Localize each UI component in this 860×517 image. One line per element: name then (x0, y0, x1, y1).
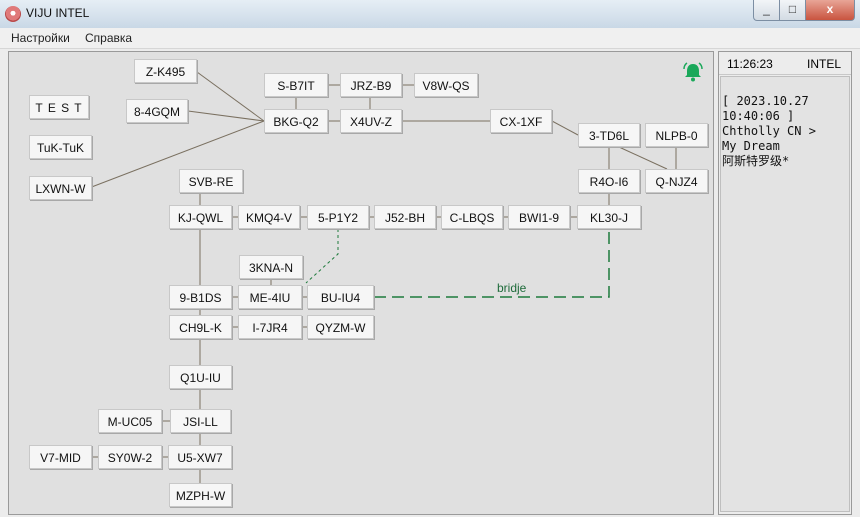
log-line: [ 2023.10.27 (722, 94, 809, 108)
system-node[interactable]: JRZ-B9 (340, 73, 402, 97)
intel-map: Z-K495 T E S T 8-4GQM TuK-TuK LXWN-W S-B… (8, 51, 714, 515)
log-line: 10:40:06 ] (722, 109, 795, 123)
link-line (618, 146, 668, 170)
bridge-link-dotted (305, 229, 339, 284)
system-node[interactable]: X4UV-Z (340, 109, 402, 133)
menu-bar: Настройки Справка (0, 28, 860, 49)
window-title: VIJU INTEL (26, 6, 90, 20)
system-node[interactable]: 5-P1Y2 (307, 205, 369, 229)
maximize-button[interactable]: □ (779, 0, 806, 21)
system-node[interactable]: NLPB-0 (645, 123, 708, 147)
system-node[interactable]: V8W-QS (414, 73, 478, 97)
system-node[interactable]: LXWN-W (29, 176, 92, 200)
log-line: My Dream (722, 139, 780, 153)
log-line: 阿斯特罗级* (722, 154, 790, 168)
intel-log[interactable]: [ 2023.10.27 10:40:06 ] Chtholly CN > My… (720, 76, 850, 512)
system-node[interactable]: KMQ4-V (238, 205, 300, 229)
system-node[interactable]: 3KNA-N (239, 255, 303, 279)
system-node[interactable]: Z-K495 (134, 59, 197, 83)
system-node[interactable]: M-UC05 (98, 409, 162, 433)
system-node[interactable]: BWI1-9 (508, 205, 570, 229)
system-node[interactable]: V7-MID (29, 445, 92, 469)
system-node[interactable]: Q-NJZ4 (645, 169, 708, 193)
link-line (551, 120, 579, 136)
system-node[interactable]: 9-B1DS (169, 285, 232, 309)
menu-help[interactable]: Справка (85, 31, 132, 45)
system-node[interactable]: T E S T (29, 95, 89, 119)
system-node[interactable]: Q1U-IU (169, 365, 232, 389)
system-node[interactable]: KL30-J (577, 205, 641, 229)
log-line: Chtholly CN > (722, 124, 816, 138)
channel-name: INTEL (806, 57, 841, 71)
system-node[interactable]: 8-4GQM (126, 99, 188, 123)
system-node[interactable]: SVB-RE (179, 169, 243, 193)
system-node[interactable]: TuK-TuK (29, 135, 92, 159)
system-node[interactable]: BKG-Q2 (264, 109, 328, 133)
system-node[interactable]: KJ-QWL (169, 205, 232, 229)
intel-side-panel: 11:26:23 INTEL [ 2023.10.27 10:40:06 ] C… (718, 51, 852, 515)
system-node[interactable]: U5-XW7 (168, 445, 232, 469)
side-header: 11:26:23 INTEL (719, 52, 851, 75)
system-node[interactable]: I-7JR4 (238, 315, 302, 339)
menu-settings[interactable]: Настройки (11, 31, 70, 45)
system-node[interactable]: MZPH-W (169, 483, 232, 507)
close-button[interactable]: x (805, 0, 855, 21)
system-node[interactable]: SY0W-2 (98, 445, 162, 469)
system-node[interactable]: QYZM-W (307, 315, 374, 339)
system-node[interactable]: 3-TD6L (578, 123, 640, 147)
minimize-button[interactable]: _ (753, 0, 780, 21)
system-node[interactable]: S-B7IT (264, 73, 328, 97)
system-node[interactable]: JSI-LL (170, 409, 231, 433)
bridge-link-dashed (374, 229, 610, 298)
system-node[interactable]: R4O-I6 (578, 169, 640, 193)
system-node[interactable]: C-LBQS (441, 205, 503, 229)
clock-time: 11:26:23 (727, 57, 773, 71)
alert-bell-icon[interactable] (682, 61, 704, 83)
system-node[interactable]: ME-4IU (238, 285, 302, 309)
system-node[interactable]: J52-BH (374, 205, 436, 229)
title-bar: VIJU INTEL _ □ x (0, 0, 860, 29)
system-node[interactable]: BU-IU4 (307, 285, 374, 309)
system-node[interactable]: CX-1XF (490, 109, 552, 133)
app-logo-icon (5, 6, 21, 22)
bridge-label: bridje (497, 281, 527, 295)
system-node[interactable]: CH9L-K (169, 315, 232, 339)
